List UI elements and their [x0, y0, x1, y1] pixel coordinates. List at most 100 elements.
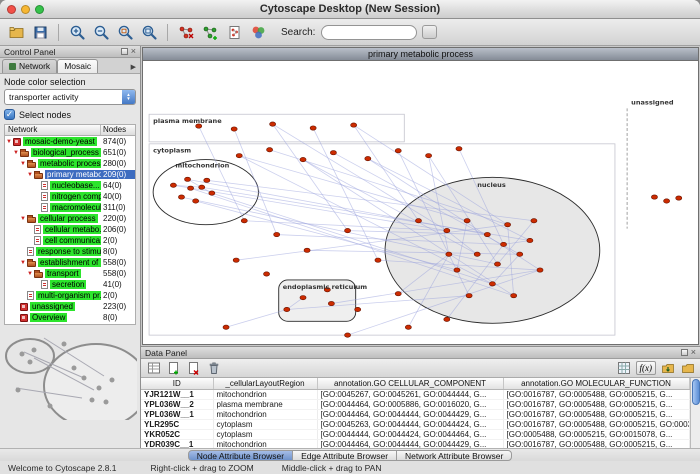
tree-row[interactable]: ▼metabolic process280(0)	[5, 158, 135, 169]
network-node[interactable]	[209, 191, 215, 195]
tree-node-label[interactable]: nitrogen compo...	[50, 192, 101, 201]
network-node[interactable]	[444, 228, 450, 232]
table-cell[interactable]: YLR295C	[141, 419, 213, 429]
network-node[interactable]	[426, 153, 432, 157]
import-attributes-button[interactable]	[659, 360, 676, 376]
tree-row[interactable]: cellular metabo...206(0)	[5, 224, 135, 235]
hide-selected-button[interactable]	[175, 21, 197, 43]
tree-expander-icon[interactable]: ▼	[26, 271, 34, 277]
tree-expander-icon[interactable]: ▼	[19, 216, 27, 222]
delete-attributes-trash-button[interactable]	[205, 360, 222, 376]
network-hierarchy-tree[interactable]: ▼mosaic-demo-yeast874(0)▼biological_proc…	[4, 135, 136, 325]
network-node[interactable]	[233, 258, 239, 262]
network-edge[interactable]	[199, 126, 245, 221]
tab-node-attribute-browser[interactable]: Node Attribute Browser	[188, 450, 293, 461]
tree-node-label[interactable]: metabolic process	[38, 159, 101, 168]
tree-node-label[interactable]: primary metabo...	[45, 170, 101, 179]
network-node[interactable]	[199, 185, 205, 189]
network-node[interactable]	[178, 195, 184, 199]
network-node[interactable]	[204, 178, 210, 182]
tree-expander-icon[interactable]: ▼	[26, 172, 34, 178]
network-window-title[interactable]: primary metabolic process	[143, 48, 698, 61]
network-node[interactable]	[231, 127, 237, 131]
tree-node-label[interactable]: macromolecule...	[50, 203, 101, 212]
tree-expander-icon[interactable]: ▼	[12, 150, 20, 156]
tree-row[interactable]: Overview8(0)	[5, 312, 135, 323]
tab-mosaic[interactable]: Mosaic	[57, 59, 98, 73]
tree-node-label[interactable]: secretion	[50, 280, 86, 289]
network-node[interactable]	[284, 307, 290, 311]
tree-row[interactable]: ▼establishment of l...558(0)	[5, 257, 135, 268]
tree-node-label[interactable]: response to stimul...	[36, 247, 101, 256]
network-node[interactable]	[454, 268, 460, 272]
minimize-window-button[interactable]	[21, 5, 30, 14]
network-node[interactable]	[444, 317, 450, 321]
network-node[interactable]	[264, 272, 270, 276]
tree-node-label[interactable]: unassigned	[30, 302, 75, 311]
delete-attribute-button[interactable]	[185, 360, 202, 376]
tree-row[interactable]: nitrogen compo...40(0)	[5, 191, 135, 202]
save-session-button[interactable]	[29, 21, 51, 43]
tree-expander-icon[interactable]: ▼	[19, 260, 27, 266]
network-node[interactable]	[345, 228, 351, 232]
tree-expander-icon[interactable]: ▼	[5, 139, 13, 145]
network-node[interactable]	[395, 149, 401, 153]
table-cell[interactable]: YKR052C	[141, 429, 213, 439]
table-cell[interactable]: YPL036W__2	[141, 399, 213, 409]
network-node[interactable]	[405, 325, 411, 329]
tree-node-label[interactable]: multi-organism pr...	[36, 291, 101, 300]
tree-row[interactable]: cell communica...2(0)	[5, 235, 135, 246]
select-attributes-button[interactable]	[145, 360, 162, 376]
tab-network-attribute-browser[interactable]: Network Attribute Browser	[396, 450, 512, 461]
table-cell[interactable]: [GO:0016787, GO:0005488, GO:0005215, GO:…	[503, 419, 689, 429]
search-options-button[interactable]	[422, 25, 437, 39]
new-network-from-selection-button[interactable]	[199, 21, 221, 43]
table-row[interactable]: YJR121W__1mitochondrion[GO:0045267, GO:0…	[141, 389, 689, 399]
column-header[interactable]: ID	[141, 378, 213, 389]
select-nodes-option[interactable]: ✓ Select nodes	[4, 109, 136, 120]
network-node[interactable]	[664, 199, 670, 203]
tree-row[interactable]: ▼primary metabo...209(0)	[5, 169, 135, 180]
network-node[interactable]	[505, 223, 511, 227]
network-node[interactable]	[484, 232, 490, 236]
tree-row[interactable]: response to stimul...8(0)	[5, 246, 135, 257]
data-panel-titlebar[interactable]: Data Panel ×	[141, 347, 700, 359]
zoom-selected-region-button[interactable]	[114, 21, 136, 43]
window-titlebar[interactable]: Cytoscape Desktop (New Session)	[0, 0, 700, 19]
table-cell[interactable]: mitochondrion	[213, 389, 317, 399]
select-nodes-checkbox[interactable]: ✓	[4, 109, 15, 120]
network-node[interactable]	[474, 252, 480, 256]
network-node[interactable]	[651, 195, 657, 199]
network-node[interactable]	[223, 325, 229, 329]
tree-row[interactable]: ▼biological_process651(0)	[5, 147, 135, 158]
tree-node-label[interactable]: mosaic-demo-yeast	[23, 137, 97, 146]
network-node[interactable]	[351, 123, 357, 127]
network-node[interactable]	[527, 238, 533, 242]
tree-column-headers[interactable]: Network Nodes	[4, 124, 136, 135]
tree-expander-icon[interactable]: ▼	[19, 161, 27, 167]
zoom-in-button[interactable]	[66, 21, 88, 43]
network-node[interactable]	[511, 294, 517, 298]
network-node[interactable]	[676, 196, 682, 200]
tab-edge-attribute-browser[interactable]: Edge Attribute Browser	[292, 450, 397, 461]
tree-row[interactable]: multi-organism pr...2(0)	[5, 290, 135, 301]
load-attributes-button[interactable]	[679, 360, 696, 376]
tree-node-label[interactable]: transport	[45, 269, 81, 278]
table-row[interactable]: YPL036W__1mitochondrion[GO:0044464, GO:0…	[141, 409, 689, 419]
network-node[interactable]	[395, 292, 401, 296]
tree-row[interactable]: ▼cellular process220(0)	[5, 213, 135, 224]
zoom-out-button[interactable]	[90, 21, 112, 43]
network-node[interactable]	[300, 157, 306, 161]
table-cell[interactable]: [GO:0005488, GO:0005215, GO:0015078, G..…	[503, 429, 689, 439]
tree-node-label[interactable]: Overview	[30, 313, 67, 322]
network-node[interactable]	[345, 333, 351, 337]
tree-node-label[interactable]: cellular metabo...	[43, 225, 101, 234]
column-header[interactable]: _cellularLayoutRegion	[213, 378, 317, 389]
tree-row[interactable]: ▼transport558(0)	[5, 268, 135, 279]
table-cell[interactable]: mitochondrion	[213, 409, 317, 419]
network-edge[interactable]	[234, 129, 277, 235]
zoom-window-button[interactable]	[35, 5, 44, 14]
float-panel-icon[interactable]	[121, 48, 128, 55]
table-cell[interactable]: cytoplasm	[213, 429, 317, 439]
tree-node-label[interactable]: establishment of l...	[38, 258, 101, 267]
